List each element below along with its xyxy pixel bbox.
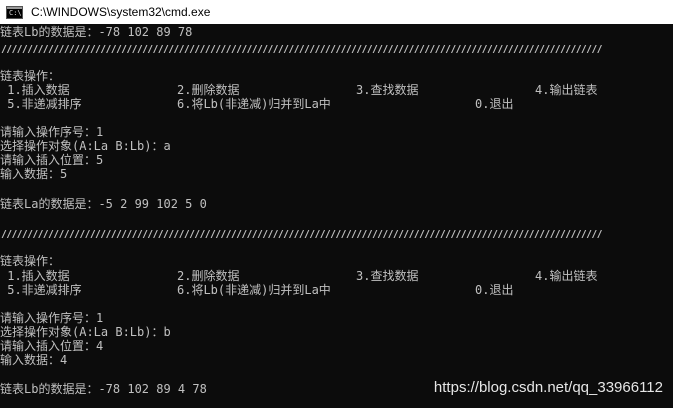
cmd-window: C:\ C:\WINDOWS\system32\cmd.exe 链表Lb的数据是… [0, 0, 673, 408]
menu-item-exit: 0.退出 [475, 97, 514, 111]
window-title: C:\WINDOWS\system32\cmd.exe [31, 5, 211, 19]
menu-header: 链表操作： [0, 254, 61, 268]
menu-item-insert: 1.插入数据 [0, 269, 70, 283]
menu-item-delete: 2.删除数据 [177, 269, 240, 283]
menu-item-sort: 5.非递减排序 [0, 283, 82, 297]
menu-item-merge: 6.将Lb(非递减)归并到La中 [177, 283, 331, 297]
menu-item-print: 4.输出链表 [535, 83, 598, 97]
menu-item-insert: 1.插入数据 [0, 83, 70, 97]
menu-item-find: 3.查找数据 [356, 269, 419, 283]
menu-item-delete: 2.删除数据 [177, 83, 240, 97]
console-line: 选择操作对象(A:La B:Lb)：a [0, 139, 171, 153]
menu-item-find: 3.查找数据 [356, 83, 419, 97]
console-line: 链表Lb的数据是：-78 102 89 78 [0, 25, 193, 39]
menu-row: 1.插入数据 2.删除数据 3.查找数据 4.输出链表 [0, 83, 673, 97]
menu-item-sort: 5.非递减排序 [0, 97, 82, 111]
title-bar[interactable]: C:\ C:\WINDOWS\system32\cmd.exe [0, 0, 673, 24]
menu-item-print: 4.输出链表 [535, 269, 598, 283]
console-line: 选择操作对象(A:La B:Lb)：b [0, 325, 171, 339]
console-line: 输入数据：4 [0, 353, 68, 367]
console-icon-glyph: C:\ [9, 8, 22, 17]
menu-item-exit: 0.退出 [475, 283, 514, 297]
menu-header: 链表操作： [0, 69, 61, 83]
console-line: 链表Lb的数据是：-78 102 89 4 78 [0, 382, 207, 396]
console-line: 输入数据：5 [0, 167, 68, 181]
separator-line: ////////////////////////////////////////… [0, 228, 603, 238]
menu-row: 5.非递减排序 6.将Lb(非递减)归并到La中 0.退出 [0, 283, 673, 297]
console-output[interactable]: 链表Lb的数据是：-78 102 89 78 /////////////////… [0, 24, 673, 408]
console-line: 请输入插入位置：5 [0, 153, 104, 167]
console-line: 请输入插入位置：4 [0, 339, 104, 353]
menu-row: 5.非递减排序 6.将Lb(非递减)归并到La中 0.退出 [0, 97, 673, 111]
separator-line: ////////////////////////////////////////… [0, 43, 603, 53]
console-icon: C:\ [6, 5, 23, 19]
watermark-text: https://blog.csdn.net/qq_33966112 [433, 379, 663, 396]
menu-item-merge: 6.将Lb(非递减)归并到La中 [177, 97, 331, 111]
menu-row: 1.插入数据 2.删除数据 3.查找数据 4.输出链表 [0, 269, 673, 283]
console-line: 请输入操作序号：1 [0, 311, 104, 325]
console-line: 请输入操作序号：1 [0, 125, 104, 139]
console-line: 链表La的数据是：-5 2 99 102 5 0 [0, 197, 207, 211]
